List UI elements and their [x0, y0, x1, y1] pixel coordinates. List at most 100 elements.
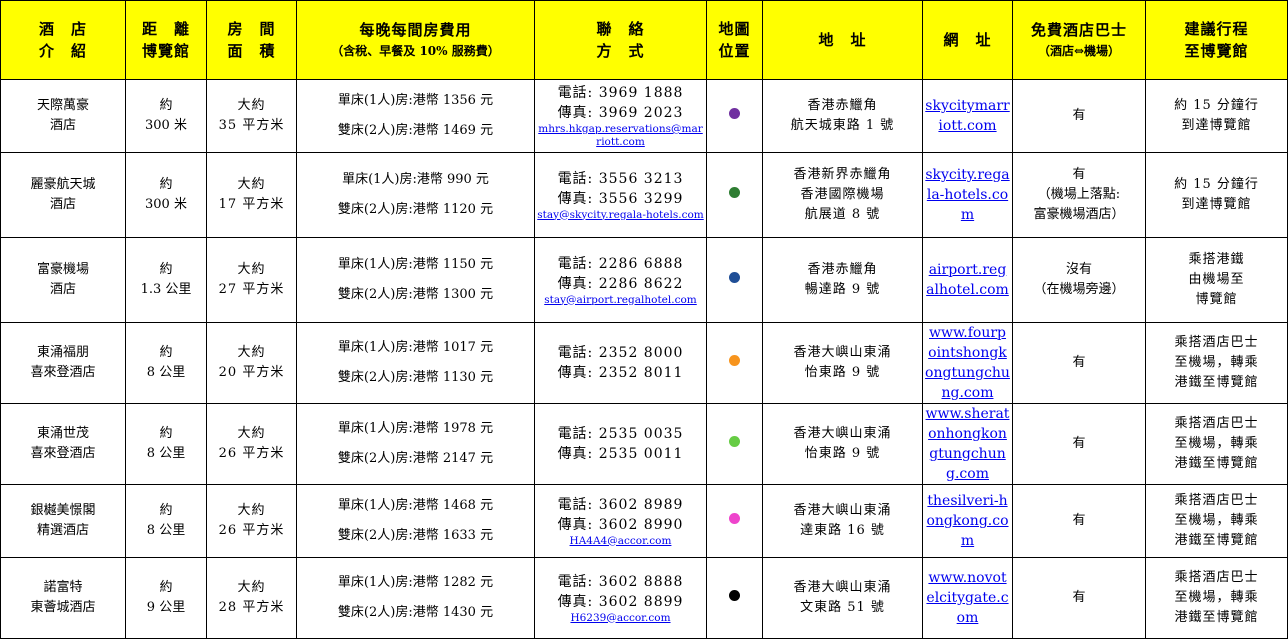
hotel-row: 銀樾美憬閣 精選酒店約 8 公里 大約 26 平方米 單床(1人)房:港幣 1468 元雙…	[0, 484, 1288, 558]
hotel-row: 富豪機場 酒店約 1.3 公里 大約 27 平方米 單床(1人)房:港幣 1150 元雙床…	[0, 237, 1288, 323]
website-link[interactable]: thesilveri-hongkong.com	[925, 491, 1010, 551]
contact: 電話: 3602 8989 傳真: 3602 8990 HA4A4@accor.co…	[534, 484, 707, 558]
phone: 電話: 3602 8989	[557, 496, 684, 513]
phone: 電話: 2286 6888	[557, 255, 684, 272]
hotel-name: 東涌福朋 喜來登酒店	[0, 322, 126, 404]
itinerary: 乘搭酒店巴士 至機場，轉乘 港鐵至博覽館	[1145, 403, 1288, 485]
map-location	[706, 79, 763, 153]
contact: 電話: 2286 6888 傳真: 2286 8622 stay@airport.r…	[534, 237, 707, 323]
single-rate: 單床(1人)房:港幣 1017 元	[337, 340, 494, 355]
map-location	[706, 237, 763, 323]
website-link[interactable]: www.novotelcitygate.com	[925, 568, 1010, 628]
website-link[interactable]: skycity.regala-hotels.com	[925, 165, 1010, 225]
shuttle: 有	[1012, 403, 1146, 485]
header-itinerary: 建議行程 至博覽館	[1145, 0, 1288, 80]
shuttle: 有	[1012, 79, 1146, 153]
itinerary: 乘搭酒店巴士 至機場，轉乘 港鐵至博覽館	[1145, 322, 1288, 404]
room-rate: 單床(1人)房:港幣 990 元雙床(2人)房:港幣 1120 元	[296, 152, 535, 238]
contact: 電話: 2352 8000 傳真: 2352 8011	[534, 322, 707, 404]
shuttle: 有	[1012, 322, 1146, 404]
email-link[interactable]: stay@skycity.regala-hotels.com	[537, 209, 704, 222]
distance: 約8 公里	[125, 403, 207, 485]
hotel-table: 酒 店 介 紹 距 離 博覽館 房 間 面 積 每晚每間房費用 （含稅、早餐及 …	[0, 0, 1288, 639]
itinerary: 約 15 分鐘行 到達博覽館	[1145, 152, 1288, 238]
itinerary: 約 15 分鐘行 到達博覽館	[1145, 79, 1288, 153]
room-area: 大約 28 平方米	[206, 557, 297, 639]
email-link[interactable]: stay@airport.regalhotel.com	[537, 294, 704, 307]
header-shuttle: 免費酒店巴士 （酒店⇔機場）	[1012, 0, 1146, 80]
header-room-rate: 每晚每間房費用 （含稅、早餐及 10% 服務費）	[296, 0, 535, 80]
address: 香港赤鱲角 暢達路 9 號	[762, 237, 923, 323]
map-location	[706, 152, 763, 238]
email-link[interactable]: HA4A4@accor.com	[537, 535, 704, 548]
distance: 約8 公里	[125, 322, 207, 404]
website: skycitymarriott.com	[922, 79, 1013, 153]
phone: 電話: 3969 1888	[557, 85, 684, 101]
hotel-name: 天際萬豪 酒店	[0, 79, 126, 153]
distance: 約 300 米	[125, 152, 207, 238]
single-rate: 單床(1人)房:港幣 1150 元	[337, 257, 494, 272]
contact: 電話: 3602 8888 傳真: 3602 8899 H6239@accor.co…	[534, 557, 707, 639]
website-link[interactable]: airport.regalhotel.com	[925, 260, 1010, 300]
email-link[interactable]: H6239@accor.com	[537, 612, 704, 625]
room-area: 大約 27 平方米	[206, 237, 297, 323]
fax: 傳真: 2286 8622	[557, 275, 684, 292]
hotel-row: 東涌世茂 喜來登酒店約 8 公里 大約 26 平方米 單床(1人)房:港幣 1978 元雙…	[0, 403, 1288, 485]
hotel-row: 諾富特 東薈城酒店約 9 公里 大約 28 平方米 單床(1人)房:港幣 1282 元雙床…	[0, 557, 1288, 639]
hotel-row: 東涌福朋 喜來登酒店約 8 公里 大約 20 平方米 單床(1人)房:港幣 1017 元雙…	[0, 322, 1288, 404]
phone: 電話: 2352 8000	[557, 345, 684, 361]
hotel-name: 諾富特 東薈城酒店	[0, 557, 126, 639]
room-area: 大約 20 平方米	[206, 322, 297, 404]
website-link[interactable]: www.fourpointshongkongtungchung.com	[925, 324, 1010, 403]
room-rate: 單床(1人)房:港幣 1356 元雙床(2人)房:港幣 1469 元	[296, 79, 535, 153]
address: 香港大嶼山東涌 怡東路 9 號	[762, 403, 923, 485]
contact: 電話: 2535 0035 傳真: 2535 0011	[534, 403, 707, 485]
contact: 電話: 3556 3213 傳真: 3556 3299 stay@skycity.r…	[534, 152, 707, 238]
email-link[interactable]: mhrs.hkgap.reservations@marriott.com	[537, 123, 704, 149]
room-rate: 單床(1人)房:港幣 1017 元雙床(2人)房:港幣 1130 元	[296, 322, 535, 404]
distance: 約8 公里	[125, 484, 207, 558]
shuttle: 沒有 （在機場旁邊）	[1012, 237, 1146, 323]
map-dot-icon	[729, 436, 740, 447]
single-rate: 單床(1人)房:港幣 990 元	[342, 172, 489, 187]
distance: 約9 公里	[125, 557, 207, 639]
room-area: 大約 35 平方米	[206, 79, 297, 153]
header-hotel: 酒 店 介 紹	[0, 0, 126, 80]
hotel-name: 銀樾美憬閣 精選酒店	[0, 484, 126, 558]
website-link[interactable]: skycitymarriott.com	[925, 96, 1010, 136]
fax: 傳真: 3969 2023	[557, 105, 684, 121]
hotel-name: 富豪機場 酒店	[0, 237, 126, 323]
double-rate: 雙床(2人)房:港幣 1300 元	[337, 287, 494, 302]
distance: 約 300 米	[125, 79, 207, 153]
room-area: 大約 26 平方米	[206, 484, 297, 558]
website: www.fourpointshongkongtungchung.com	[922, 322, 1013, 404]
shuttle: 有	[1012, 484, 1146, 558]
website: skycity.regala-hotels.com	[922, 152, 1013, 238]
phone: 電話: 3556 3213	[557, 170, 684, 187]
single-rate: 單床(1人)房:港幣 1978 元	[337, 421, 494, 436]
room-area: 大約 17 平方米	[206, 152, 297, 238]
room-rate: 單床(1人)房:港幣 1468 元雙床(2人)房:港幣 1633 元	[296, 484, 535, 558]
website: airport.regalhotel.com	[922, 237, 1013, 323]
address: 香港赤鱲角 航天城東路 1 號	[762, 79, 923, 153]
map-location	[706, 557, 763, 639]
hotel-row: 天際萬豪 酒店約 300 米大約 35 平方米 單床(1人)房:港幣 1356 元雙床(…	[0, 79, 1288, 153]
single-rate: 單床(1人)房:港幣 1282 元	[337, 575, 494, 590]
double-rate: 雙床(2人)房:港幣 1633 元	[337, 528, 494, 543]
hotel-row: 麗豪航天城 酒店約 300 米大約 17 平方米 單床(1人)房:港幣 990 元雙床(…	[0, 152, 1288, 238]
fax: 傳真: 3602 8899	[557, 593, 684, 610]
map-dot-icon	[729, 108, 740, 119]
address: 香港大嶼山東涌 怡東路 9 號	[762, 322, 923, 404]
itinerary: 乘搭港鐵 由機場至 博覽館	[1145, 237, 1288, 323]
double-rate: 雙床(2人)房:港幣 1469 元	[337, 123, 494, 138]
website-link[interactable]: www.sheratonhongkongtungchung.com	[925, 405, 1010, 484]
map-dot-icon	[729, 272, 740, 283]
map-dot-icon	[729, 355, 740, 366]
double-rate: 雙床(2人)房:港幣 1430 元	[337, 605, 494, 620]
header-map: 地圖 位置	[706, 0, 763, 80]
single-rate: 單床(1人)房:港幣 1468 元	[337, 498, 494, 513]
header-room-area: 房 間 面 積	[206, 0, 297, 80]
website: www.sheratonhongkongtungchung.com	[922, 403, 1013, 485]
double-rate: 雙床(2人)房:港幣 1120 元	[337, 202, 494, 217]
room-rate: 單床(1人)房:港幣 1978 元雙床(2人)房:港幣 2147 元	[296, 403, 535, 485]
